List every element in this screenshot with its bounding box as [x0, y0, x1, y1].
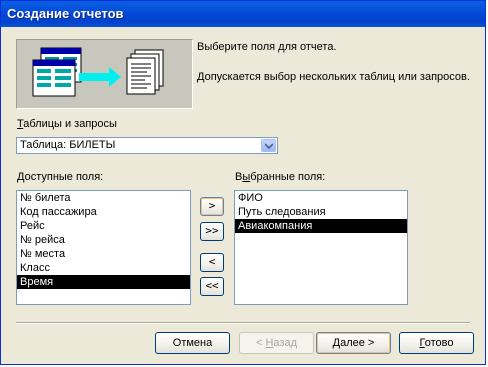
selected-fields-label-text: бранные поля:	[250, 171, 326, 183]
add-all-fields-button[interactable]: >>	[200, 222, 224, 241]
chevron-down-icon[interactable]	[261, 139, 276, 152]
tables-queries-selected: Таблица: БИЛЕТЫ	[20, 139, 116, 151]
list-item[interactable]: ФИО	[235, 191, 407, 205]
tables-queries-label: Таблицы и запросы	[17, 118, 117, 130]
selected-fields-label: Выбранные поля:	[235, 171, 325, 183]
tables-queries-label-text: аблицы и запросы	[23, 118, 117, 130]
next-button[interactable]: Далее >	[316, 332, 391, 354]
list-item[interactable]: Путь следования	[235, 205, 407, 219]
add-field-button[interactable]: >	[200, 197, 224, 216]
intro-line-2: Допускается выбор нескольких таблиц или …	[197, 71, 470, 83]
finish-button-label: отово	[424, 337, 454, 349]
wizard-body: Выберите поля для отчета. Допускается вы…	[4, 27, 482, 361]
list-item[interactable]: Рейс	[17, 219, 190, 233]
finish-button[interactable]: Готово	[399, 332, 474, 354]
next-button-mnemonic: Д	[332, 337, 341, 349]
remove-field-button[interactable]: <	[200, 253, 224, 272]
list-item-selected[interactable]: Время	[17, 275, 190, 289]
intro-line-1: Выберите поля для отчета.	[197, 41, 337, 53]
cancel-button[interactable]: Отмена	[155, 332, 230, 354]
report-wizard-icon	[32, 47, 164, 97]
title-bar[interactable]: Создание отчетов	[1, 1, 485, 27]
cancel-button-label: Отмена	[172, 337, 213, 349]
available-fields-label-mnemonic: Д	[17, 171, 25, 183]
available-fields-label: Доступные поля:	[17, 171, 103, 183]
back-button-label: азад	[273, 337, 297, 349]
list-item[interactable]: № места	[17, 247, 190, 261]
list-item[interactable]: № билета	[17, 191, 190, 205]
wizard-illustration	[16, 39, 193, 109]
available-fields-list[interactable]: № билета Код пассажира Рейс № рейса № ме…	[16, 190, 191, 305]
remove-all-fields-button[interactable]: <<	[200, 277, 224, 296]
window-title: Создание отчетов	[7, 6, 124, 21]
report-wizard-window: Создание отчетов Выберите поля для отчет…	[0, 0, 486, 365]
selected-fields-list[interactable]: ФИО Путь следования Авиакомпания	[234, 190, 408, 305]
back-button[interactable]: < Назад	[239, 332, 314, 354]
list-item[interactable]: Код пассажира	[17, 205, 190, 219]
list-item[interactable]: Класс	[17, 261, 190, 275]
available-fields-label-text: оступные поля:	[24, 171, 104, 183]
next-button-label: алее >	[340, 337, 375, 349]
list-item-selected[interactable]: Авиакомпания	[235, 219, 407, 233]
list-item[interactable]: № рейса	[17, 233, 190, 247]
tables-queries-dropdown[interactable]: Таблица: БИЛЕТЫ	[16, 137, 278, 154]
footer-divider	[16, 322, 470, 324]
